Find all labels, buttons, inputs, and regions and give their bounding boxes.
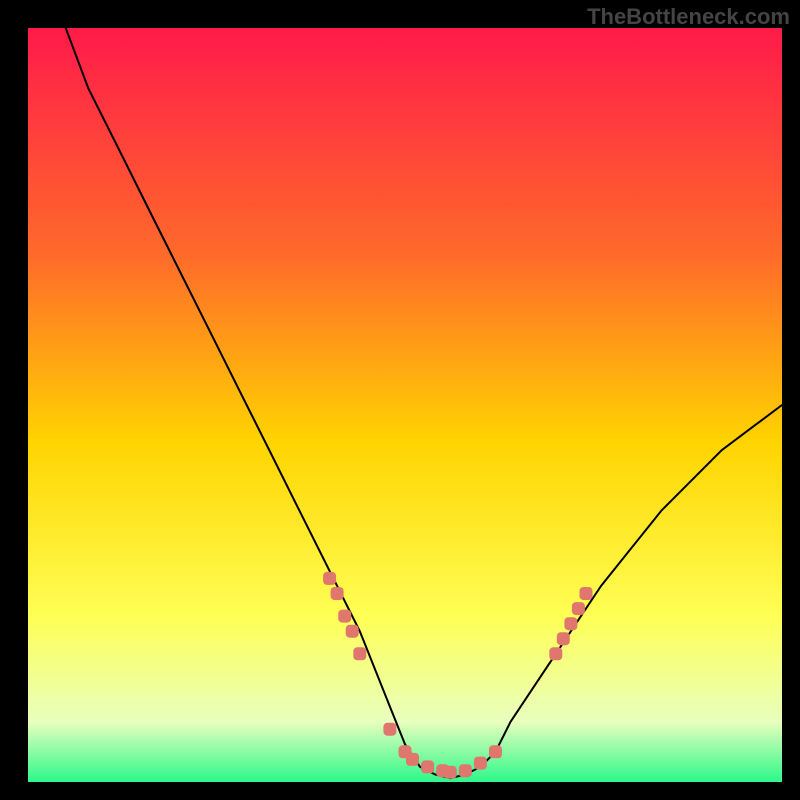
chart-container: TheBottleneck.com [0, 0, 800, 800]
bottleneck-chart [0, 0, 800, 800]
curve-marker [444, 766, 457, 779]
curve-marker [406, 753, 419, 766]
curve-marker [474, 757, 487, 770]
plot-background [28, 28, 782, 782]
curve-marker [564, 617, 577, 630]
curve-marker [580, 587, 593, 600]
frame [782, 0, 800, 800]
curve-marker [338, 610, 351, 623]
curve-marker [383, 723, 396, 736]
frame [0, 782, 800, 800]
curve-marker [346, 625, 359, 638]
curve-marker [421, 760, 434, 773]
watermark-text: TheBottleneck.com [587, 4, 790, 30]
curve-marker [459, 764, 472, 777]
curve-marker [572, 602, 585, 615]
curve-marker [489, 745, 502, 758]
curve-marker [557, 632, 570, 645]
frame [0, 0, 28, 800]
curve-marker [549, 647, 562, 660]
curve-marker [331, 587, 344, 600]
curve-marker [353, 647, 366, 660]
curve-marker [323, 572, 336, 585]
